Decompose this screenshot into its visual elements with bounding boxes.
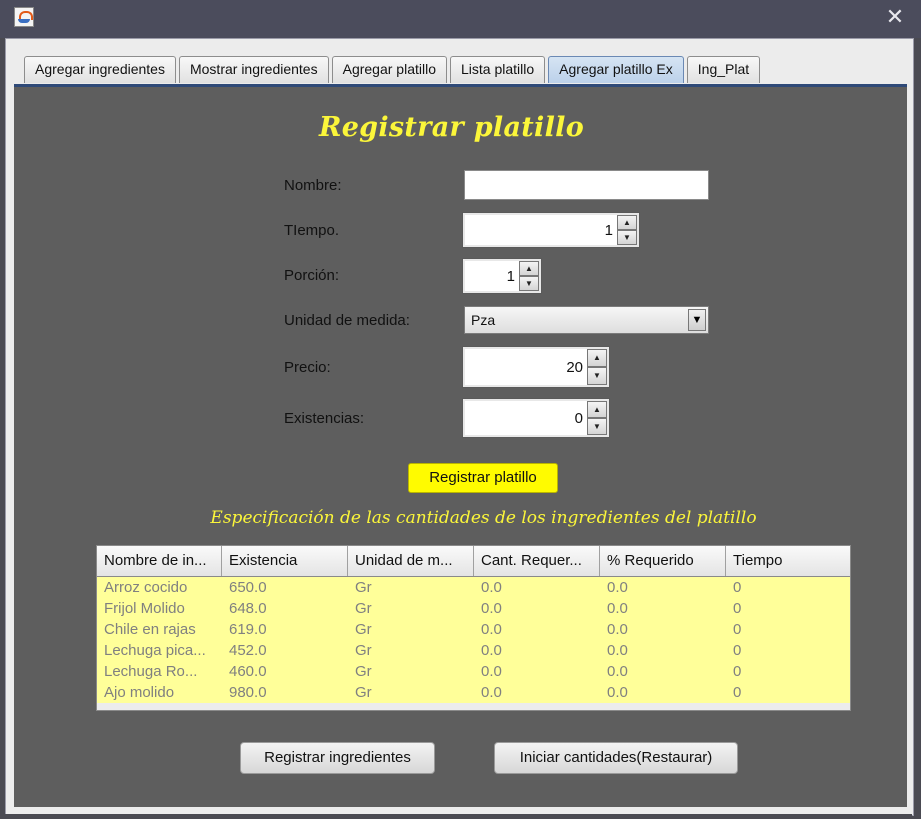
tab-agregar-platillo[interactable]: Agregar platillo <box>331 56 447 83</box>
table-cell: 460.0 <box>229 663 267 680</box>
table-cell: 619.0 <box>229 621 267 638</box>
precio-label: Precio: <box>284 359 331 376</box>
table-cell: 0.0 <box>607 663 628 680</box>
column-header[interactable]: Nombre de in... <box>97 546 222 576</box>
java-cup-icon <box>14 7 34 27</box>
table-cell: Lechuga Ro... <box>104 663 198 680</box>
table-cell: Lechuga pica... <box>104 642 206 659</box>
tab-mostrar-ingredientes[interactable]: Mostrar ingredientes <box>178 56 329 83</box>
tiempo-down-arrow-icon[interactable]: ▼ <box>617 230 637 245</box>
tab-agregar-platillo-ex[interactable]: Agregar platillo Ex <box>548 56 684 83</box>
tiempo-up-arrow-icon[interactable]: ▲ <box>617 215 637 230</box>
porcion-up-arrow-icon[interactable]: ▲ <box>519 261 539 276</box>
existencias-label: Existencias: <box>284 410 365 427</box>
precio-up-arrow-icon[interactable]: ▲ <box>587 349 607 367</box>
table-cell: 648.0 <box>229 600 267 617</box>
table-body: Arroz cocido 650.0 Gr 0.0 0.0 0 Frijol M… <box>97 577 850 703</box>
porcion-spinner[interactable]: 1 ▲ ▼ <box>462 258 542 294</box>
nombre-label: Nombre: <box>284 177 342 194</box>
unidad-dropdown[interactable]: Pza ▼ <box>464 306 709 334</box>
existencias-spinner[interactable]: 0 ▲ ▼ <box>462 398 610 438</box>
title-bar: ✕ <box>0 0 921 38</box>
tab-agregar-ingredientes[interactable]: Agregar ingredientes <box>24 56 176 83</box>
table-cell: 0.0 <box>607 684 628 701</box>
tiempo-value: 1 <box>604 221 613 239</box>
chevron-down-icon[interactable]: ▼ <box>688 309 706 331</box>
table-row[interactable]: Arroz cocido 650.0 Gr 0.0 0.0 0 <box>97 577 850 598</box>
table-cell: Gr <box>355 684 372 701</box>
table-cell: 0 <box>733 621 742 638</box>
table-cell: Gr <box>355 600 372 617</box>
tiempo-spinner[interactable]: 1 ▲ ▼ <box>462 212 640 248</box>
table-cell: 650.0 <box>229 579 267 596</box>
unidad-label: Unidad de medida: <box>284 312 410 329</box>
table-cell: Chile en rajas <box>104 621 196 638</box>
tab-bar: Agregar ingredientes Mostrar ingrediente… <box>24 56 763 84</box>
precio-spinner[interactable]: 20 ▲ ▼ <box>462 346 610 388</box>
porcion-down-arrow-icon[interactable]: ▼ <box>519 276 539 291</box>
table-cell: 0.0 <box>481 684 502 701</box>
table-cell: 0 <box>733 579 742 596</box>
table-cell: Gr <box>355 621 372 638</box>
tab-lista-platillo[interactable]: Lista platillo <box>450 56 546 83</box>
table-cell: Gr <box>355 663 372 680</box>
registrar-platillo-button[interactable]: Registrar platillo <box>408 463 558 493</box>
table-row[interactable]: Lechuga pica... 452.0 Gr 0.0 0.0 0 <box>97 640 850 661</box>
form-title: Registrar platillo <box>318 112 585 143</box>
iniciar-cantidades-button[interactable]: Iniciar cantidades(Restaurar) <box>494 742 738 774</box>
existencias-value: 0 <box>574 409 583 427</box>
table-cell: 0.0 <box>481 621 502 638</box>
table-cell: 0.0 <box>481 579 502 596</box>
table-cell: Gr <box>355 579 372 596</box>
table-cell: 0 <box>733 684 742 701</box>
column-header[interactable]: % Requerido <box>600 546 726 576</box>
table-row[interactable]: Chile en rajas 619.0 Gr 0.0 0.0 0 <box>97 619 850 640</box>
table-cell: Ajo molido <box>104 684 175 701</box>
table-row[interactable]: Frijol Molido 648.0 Gr 0.0 0.0 0 <box>97 598 850 619</box>
table-cell: Frijol Molido <box>104 600 185 617</box>
porcion-label: Porción: <box>284 267 340 284</box>
spec-title: Especificación de las cantidades de los … <box>210 508 757 528</box>
table-cell: 0.0 <box>481 600 502 617</box>
existencias-up-arrow-icon[interactable]: ▲ <box>587 401 607 418</box>
table-cell: 0.0 <box>481 663 502 680</box>
table-cell: 0.0 <box>607 600 628 617</box>
porcion-value: 1 <box>506 267 515 285</box>
table-cell: 980.0 <box>229 684 267 701</box>
table-cell: 0.0 <box>607 579 628 596</box>
table-cell: 0 <box>733 642 742 659</box>
nombre-input[interactable] <box>464 170 709 200</box>
tab-ing-plat[interactable]: Ing_Plat <box>686 56 761 83</box>
table-row[interactable]: Lechuga Ro... 460.0 Gr 0.0 0.0 0 <box>97 661 850 682</box>
column-header[interactable]: Existencia <box>222 546 348 576</box>
table-cell: 0.0 <box>481 642 502 659</box>
table-header: Nombre de in... Existencia Unidad de m..… <box>97 546 850 577</box>
table-cell: 0.0 <box>607 621 628 638</box>
ingredients-table: Nombre de in... Existencia Unidad de m..… <box>96 545 851 711</box>
column-header[interactable]: Tiempo <box>726 546 850 576</box>
registrar-ingredientes-button[interactable]: Registrar ingredientes <box>240 742 435 774</box>
table-cell: 0 <box>733 600 742 617</box>
table-row[interactable]: Ajo molido 980.0 Gr 0.0 0.0 0 <box>97 682 850 703</box>
existencias-down-arrow-icon[interactable]: ▼ <box>587 418 607 435</box>
close-icon[interactable]: ✕ <box>883 6 907 30</box>
table-cell: 0.0 <box>607 642 628 659</box>
table-cell: Gr <box>355 642 372 659</box>
table-cell: 0 <box>733 663 742 680</box>
precio-down-arrow-icon[interactable]: ▼ <box>587 367 607 385</box>
column-header[interactable]: Unidad de m... <box>348 546 474 576</box>
table-cell: Arroz cocido <box>104 579 188 596</box>
column-header[interactable]: Cant. Requer... <box>474 546 600 576</box>
precio-value: 20 <box>566 358 583 376</box>
unidad-selected: Pza <box>471 312 496 328</box>
table-cell: 452.0 <box>229 642 267 659</box>
tiempo-label: TIempo. <box>284 222 340 239</box>
window-bottom-edge <box>5 814 912 819</box>
